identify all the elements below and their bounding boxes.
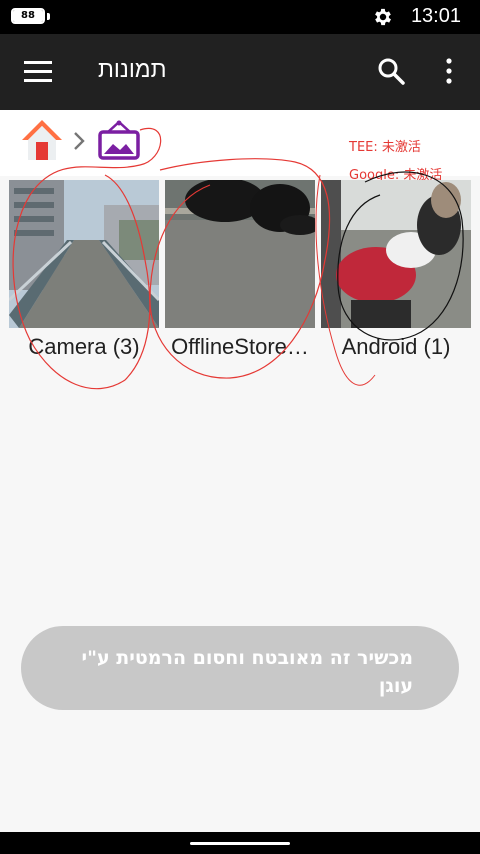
album-offlinestore[interactable]: OfflineStore…: [165, 180, 315, 360]
app-bar: תמונות: [0, 34, 480, 110]
album-label: Android (1): [341, 334, 451, 359]
toast: מכשיר זה מאובטח וחסום הרמטית ע"י עוגן: [21, 626, 459, 710]
page-title: תמונות: [98, 56, 167, 82]
album-thumbnail[interactable]: [9, 180, 159, 328]
more-vert-icon[interactable]: [440, 56, 458, 86]
gear-icon: [375, 8, 391, 26]
album-thumbnail[interactable]: [321, 180, 471, 328]
album-label: Camera (3): [28, 334, 140, 359]
breadcrumb: TEE: 未激活 Google: 未激活: [0, 110, 480, 183]
home-icon[interactable]: [20, 118, 64, 162]
home-gesture-handle[interactable]: [190, 842, 290, 845]
album-android[interactable]: Android (1): [321, 180, 471, 360]
chevron-right-icon: [74, 132, 85, 150]
album-camera[interactable]: Camera (3): [9, 180, 159, 360]
tee-status: TEE: 未激活: [349, 140, 421, 155]
search-icon[interactable]: [376, 56, 406, 86]
clock: 13:01: [410, 5, 461, 27]
toast-message: מכשיר זה מאובטח וחסום הרמטית ע"י עוגן: [81, 647, 413, 697]
album-label: OfflineStore…: [171, 334, 309, 359]
menu-icon[interactable]: [24, 60, 52, 84]
navigation-bar: [0, 832, 480, 854]
gallery-icon[interactable]: [98, 120, 140, 160]
album-thumbnail[interactable]: [165, 180, 315, 328]
status-bar: 88 13:01: [0, 0, 480, 34]
battery-level: 88: [13, 10, 43, 22]
battery-cap: [47, 13, 50, 20]
